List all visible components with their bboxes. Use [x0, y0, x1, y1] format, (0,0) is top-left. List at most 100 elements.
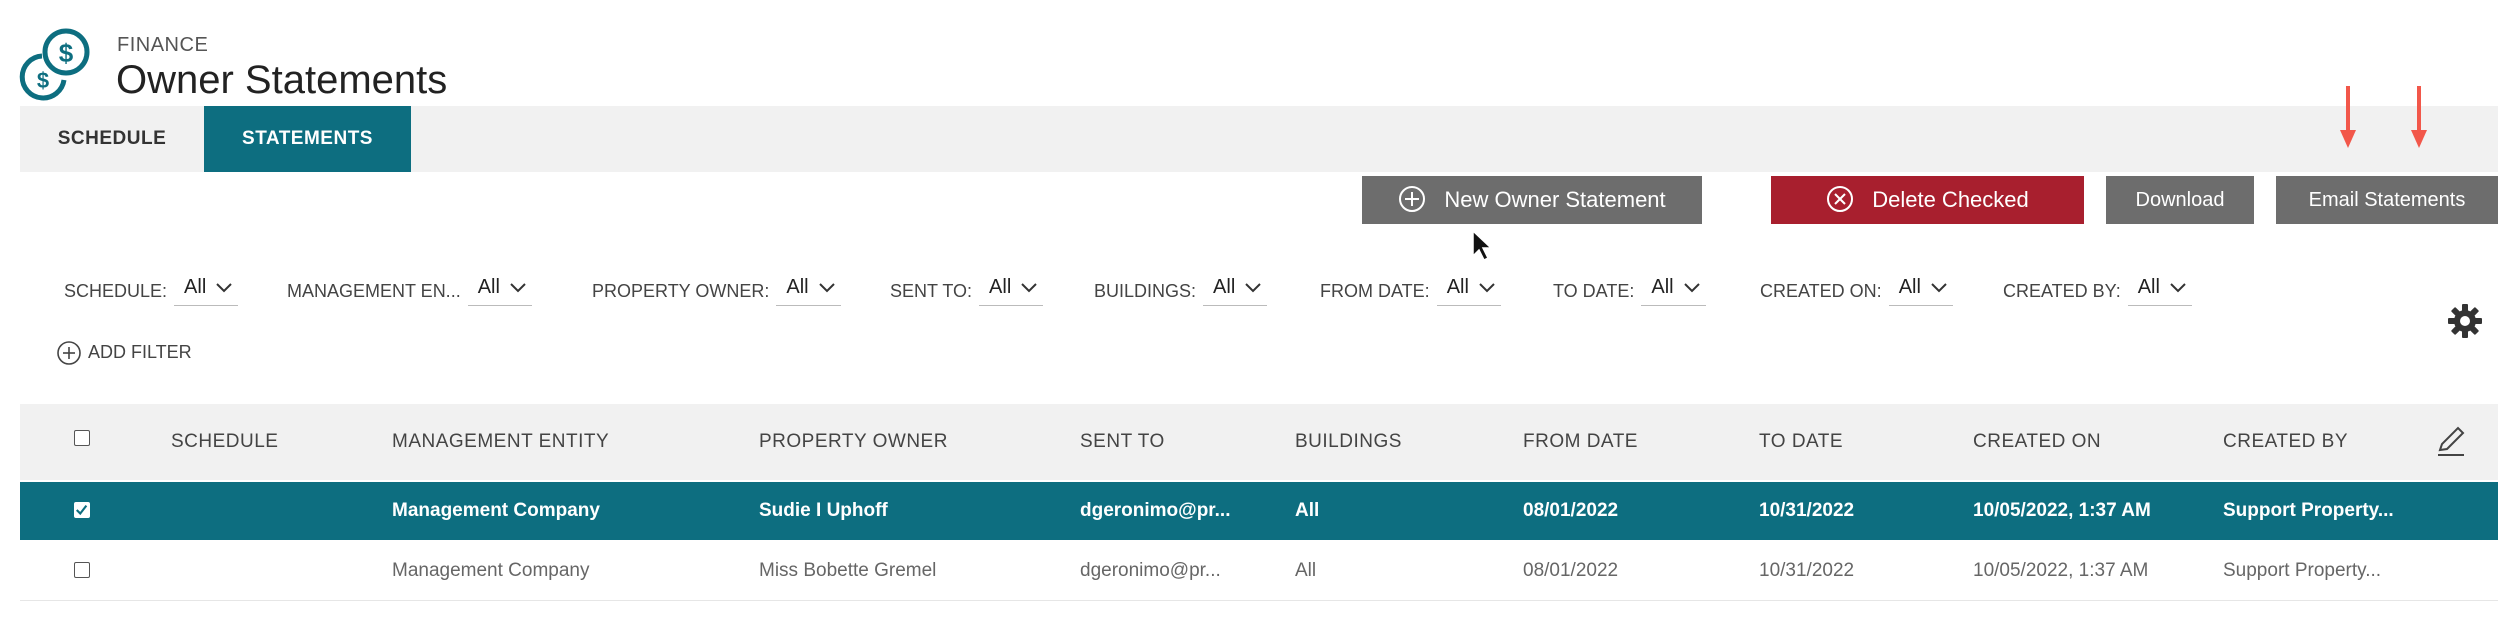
add-filter-button[interactable]: ADD FILTER	[56, 340, 192, 366]
tab-schedule[interactable]: SCHEDULE	[20, 106, 204, 172]
email-statements-button[interactable]: Email Statements	[2276, 176, 2498, 224]
cell-sent-to: dgeronimo@pr...	[1080, 500, 1231, 521]
column-header-management-entity[interactable]: MANAGEMENT ENTITY	[392, 404, 609, 480]
gear-icon[interactable]	[2447, 303, 2483, 339]
cell-from-date: 08/01/2022	[1523, 560, 1619, 581]
chevron-down-icon	[1931, 283, 1947, 293]
filter-management-entity[interactable]: MANAGEMENT EN... All	[287, 276, 532, 318]
cell-to-date: 10/31/2022	[1759, 560, 1855, 581]
delete-checked-button[interactable]: Delete Checked	[1771, 176, 2084, 224]
cell-created-by: Support Property...	[2223, 560, 2382, 581]
pencil-icon[interactable]	[2434, 424, 2468, 458]
filter-select[interactable]: All	[1641, 276, 1706, 306]
filter-label: BUILDINGS:	[1094, 280, 1197, 301]
filter-created-by[interactable]: CREATED BY: All	[2003, 276, 2192, 318]
filter-value: All	[1898, 276, 1921, 298]
filter-label: CREATED BY:	[2003, 280, 2121, 301]
filter-label: SENT TO:	[890, 280, 973, 301]
filter-select[interactable]: All	[1203, 276, 1268, 306]
filter-label: CREATED ON:	[1760, 280, 1882, 301]
chevron-down-icon	[2170, 283, 2186, 293]
filter-sent-to[interactable]: SENT TO: All	[890, 276, 1044, 318]
filter-label: SCHEDULE:	[64, 280, 168, 301]
svg-text:$: $	[37, 68, 49, 93]
tab-bar: SCHEDULE STATEMENTS	[20, 106, 2498, 172]
plus-circle-icon	[57, 341, 81, 365]
svg-text:$: $	[59, 38, 74, 68]
chevron-down-icon	[216, 283, 232, 293]
cell-property-owner: Sudie I Uphoff	[759, 500, 888, 521]
column-header-from-date[interactable]: FROM DATE	[1523, 404, 1638, 480]
filter-value: All	[1446, 276, 1469, 298]
row-checkbox[interactable]	[74, 562, 90, 578]
cell-created-by: Support Property...	[2223, 500, 2394, 521]
checkmark-icon	[76, 504, 88, 516]
cell-management-entity: Management Company	[392, 500, 600, 521]
filter-to-date[interactable]: TO DATE: All	[1553, 276, 1706, 318]
cell-created-on: 10/05/2022, 1:37 AM	[1973, 500, 2151, 521]
section-label: FINANCE	[117, 34, 209, 56]
cell-created-on: 10/05/2022, 1:37 AM	[1973, 560, 2149, 581]
filter-label: PROPERTY OWNER:	[592, 280, 770, 301]
x-circle-icon	[1827, 186, 1854, 213]
filter-property-owner[interactable]: PROPERTY OWNER: All	[592, 276, 841, 318]
filter-label: FROM DATE:	[1320, 280, 1430, 301]
chevron-down-icon	[1479, 283, 1495, 293]
column-header-to-date[interactable]: TO DATE	[1759, 404, 1843, 480]
page-title: Owner Statements	[116, 58, 448, 102]
cell-property-owner: Miss Bobette Gremel	[759, 560, 937, 581]
filter-label: MANAGEMENT EN...	[287, 280, 461, 301]
select-all-checkbox[interactable]	[74, 430, 90, 446]
column-header-schedule[interactable]: SCHEDULE	[171, 404, 278, 480]
mouse-cursor-icon	[1472, 230, 1493, 262]
filter-value: All	[477, 276, 500, 298]
new-owner-statement-button[interactable]: New Owner Statement	[1362, 176, 1702, 224]
chevron-down-icon	[1245, 283, 1261, 293]
table-header: SCHEDULE MANAGEMENT ENTITY PROPERTY OWNE…	[20, 404, 2498, 480]
filter-value: All	[184, 276, 207, 298]
filter-select[interactable]: All	[1888, 276, 1953, 306]
table-row[interactable]: Management Company Sudie I Uphoff dgeron…	[20, 482, 2498, 540]
filter-value: All	[1213, 276, 1236, 298]
row-checkbox[interactable]	[74, 502, 90, 518]
filter-select[interactable]: All	[1436, 276, 1501, 306]
filter-value: All	[2137, 276, 2160, 298]
filter-buildings[interactable]: BUILDINGS: All	[1094, 276, 1268, 318]
table-row[interactable]: Management Company Miss Bobette Gremel d…	[20, 542, 2498, 601]
column-header-created-on[interactable]: CREATED ON	[1973, 404, 2101, 480]
chevron-down-icon	[1683, 283, 1700, 293]
cell-buildings: All	[1295, 560, 1317, 581]
filter-label: TO DATE:	[1553, 280, 1635, 301]
chevron-down-icon	[1021, 283, 1037, 293]
tab-statements[interactable]: STATEMENTS	[204, 106, 411, 172]
delete-checked-label: Delete Checked	[1872, 187, 2029, 212]
cell-buildings: All	[1295, 500, 1320, 521]
cell-management-entity: Management Company	[392, 560, 590, 581]
cell-to-date: 10/31/2022	[1759, 500, 1855, 521]
annotation-arrow-icon	[2411, 86, 2427, 148]
filter-select[interactable]: All	[979, 276, 1044, 306]
column-header-created-by[interactable]: CREATED BY	[2223, 404, 2348, 480]
filter-value: All	[786, 276, 809, 298]
filter-select[interactable]: All	[467, 276, 532, 306]
filter-created-on[interactable]: CREATED ON: All	[1760, 276, 1953, 318]
filter-select[interactable]: All	[2127, 276, 2192, 306]
column-header-sent-to[interactable]: SENT TO	[1080, 404, 1165, 480]
add-filter-label: ADD FILTER	[88, 341, 192, 362]
new-owner-statement-label: New Owner Statement	[1444, 187, 1666, 212]
finance-logo-icon: $ $	[19, 28, 90, 101]
cell-from-date: 08/01/2022	[1523, 500, 1619, 521]
filter-from-date[interactable]: FROM DATE: All	[1320, 276, 1501, 318]
column-header-buildings[interactable]: BUILDINGS	[1295, 404, 1402, 480]
chevron-down-icon	[818, 283, 835, 293]
plus-circle-icon	[1399, 186, 1426, 213]
download-button[interactable]: Download	[2106, 176, 2254, 224]
filter-schedule[interactable]: SCHEDULE: All	[64, 276, 239, 318]
column-header-property-owner[interactable]: PROPERTY OWNER	[759, 404, 948, 480]
filter-value: All	[1651, 276, 1674, 298]
cell-sent-to: dgeronimo@pr...	[1080, 560, 1221, 581]
filter-select[interactable]: All	[174, 276, 239, 306]
chevron-down-icon	[510, 283, 526, 293]
filter-select[interactable]: All	[776, 276, 841, 306]
filter-value: All	[989, 276, 1012, 298]
